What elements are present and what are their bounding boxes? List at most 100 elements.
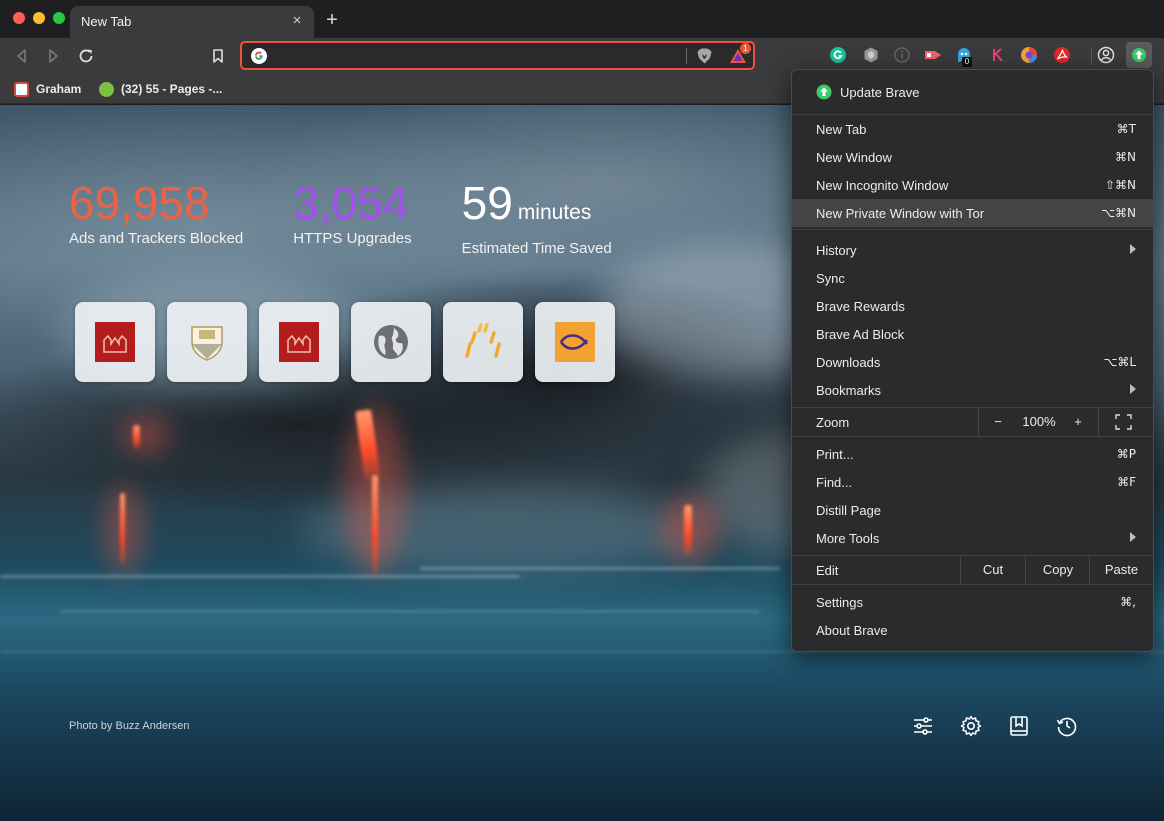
back-icon[interactable] xyxy=(12,46,32,66)
fullscreen-icon[interactable] xyxy=(1115,414,1132,430)
top-sites xyxy=(75,302,615,382)
lava-glow xyxy=(120,415,170,455)
google-icon xyxy=(251,48,267,64)
submenu-arrow-icon xyxy=(1130,532,1136,542)
ublock-extension[interactable]: 0 xyxy=(955,46,973,67)
menu-shortcut: ⌘P xyxy=(1116,447,1136,461)
stats-panel: 69,958 Ads and Trackers Blocked 3,054 HT… xyxy=(69,178,662,257)
menu-item-update-brave[interactable]: Update Brave xyxy=(792,78,1153,106)
brave-shields-icon[interactable] xyxy=(696,47,713,65)
menu-label: Zoom xyxy=(816,415,850,430)
bookmark-page-icon[interactable] xyxy=(208,46,228,66)
menu-item-history[interactable]: History xyxy=(792,236,1153,264)
pages-favicon xyxy=(99,81,114,97)
reload-icon[interactable] xyxy=(76,46,96,66)
update-arrow-icon xyxy=(1132,48,1146,62)
menu-item-brave-ad-block[interactable]: Brave Ad Block xyxy=(792,320,1153,348)
zoom-window-button[interactable] xyxy=(53,12,65,24)
menu-label: More Tools xyxy=(816,531,880,546)
menu-label: Sync xyxy=(816,271,845,286)
toolbar-divider xyxy=(1091,47,1092,65)
menu-item-sync[interactable]: Sync xyxy=(792,264,1153,292)
bookmarks-icon[interactable] xyxy=(1007,714,1031,738)
submenu-arrow-icon xyxy=(1130,244,1136,254)
zoom-divider xyxy=(1098,408,1099,436)
tab-close-icon[interactable]: × xyxy=(288,12,306,29)
ublock-badge: 0 xyxy=(962,57,972,67)
menu-item-distill-page[interactable]: Distill Page xyxy=(792,496,1153,524)
menu-label: New Window xyxy=(816,150,892,165)
acrobat-extension-icon[interactable] xyxy=(1053,46,1071,64)
menu-shortcut: ⌘, xyxy=(1120,595,1136,609)
bookmark-pages[interactable]: (32) 55 - Pages -... xyxy=(99,80,222,98)
paste-button[interactable]: Paste xyxy=(1090,556,1153,584)
menu-label: New Private Window with Tor xyxy=(816,206,985,221)
time-saved-value: 59 xyxy=(461,177,513,229)
bookmark-label: (32) 55 - Pages -... xyxy=(121,82,223,96)
top-site-tile[interactable] xyxy=(443,302,523,382)
cut-button[interactable]: Cut xyxy=(961,556,1025,584)
crest-logo-icon xyxy=(191,326,223,361)
menu-item-downloads[interactable]: Downloads ⌥⌘L xyxy=(792,348,1153,376)
menu-item-more-tools[interactable]: More Tools xyxy=(792,524,1153,552)
app-menu: Update Brave New Tab ⌘T New Window ⌘N Ne… xyxy=(791,69,1154,652)
menu-item-new-tab[interactable]: New Tab ⌘T xyxy=(792,115,1153,143)
menu-shortcut: ⇧⌘N xyxy=(1104,178,1136,192)
brave-rewards-button[interactable]: 1 xyxy=(728,43,751,65)
close-window-button[interactable] xyxy=(13,12,25,24)
menu-item-brave-rewards[interactable]: Brave Rewards xyxy=(792,292,1153,320)
tab-new-tab[interactable]: New Tab × xyxy=(70,6,314,38)
profile-icon[interactable] xyxy=(1097,46,1115,64)
menu-label: Update Brave xyxy=(840,85,920,100)
menu-label: Bookmarks xyxy=(816,383,882,398)
menu-item-new-private-window-tor[interactable]: New Private Window with Tor ⌥⌘N xyxy=(792,199,1153,227)
menu-label: New Incognito Window xyxy=(816,178,949,193)
top-site-tile[interactable] xyxy=(351,302,431,382)
top-site-tile[interactable] xyxy=(167,302,247,382)
zoom-level: 100% xyxy=(1022,414,1056,429)
zoom-in-button[interactable]: + xyxy=(1068,408,1088,436)
sunrise-logo-icon xyxy=(465,323,501,358)
zoom-out-button[interactable]: − xyxy=(988,408,1008,436)
menu-separator xyxy=(792,584,1153,585)
menu-item-new-window[interactable]: New Window ⌘N xyxy=(792,143,1153,171)
tab-strip: New Tab × + xyxy=(0,0,1164,38)
address-bar[interactable]: 1 xyxy=(240,41,755,70)
history-clock-icon[interactable] xyxy=(1055,714,1079,738)
stat-ads-blocked: 69,958 Ads and Trackers Blocked xyxy=(69,178,243,257)
customize-sliders-icon[interactable] xyxy=(911,714,935,738)
menu-label: Settings xyxy=(816,595,863,610)
minimize-window-button[interactable] xyxy=(33,12,45,24)
menu-item-about-brave[interactable]: About Brave xyxy=(792,616,1153,644)
rewards-badge: 1 xyxy=(740,43,751,54)
copy-button[interactable]: Copy xyxy=(1026,556,1090,584)
menu-item-print[interactable]: Print... ⌘P xyxy=(792,440,1153,468)
wave-crest xyxy=(420,567,780,570)
menu-shortcut: ⌘F xyxy=(1117,475,1136,489)
castle-logo-icon xyxy=(279,322,319,362)
menu-item-new-incognito-window[interactable]: New Incognito Window ⇧⌘N xyxy=(792,171,1153,199)
info-extension-icon[interactable] xyxy=(893,46,911,64)
cube-extension-icon[interactable] xyxy=(862,46,880,64)
top-site-tile[interactable] xyxy=(259,302,339,382)
new-tab-button[interactable]: + xyxy=(322,9,342,31)
grammarly-icon[interactable] xyxy=(829,46,847,64)
forward-icon[interactable] xyxy=(43,46,63,66)
k-extension-icon[interactable] xyxy=(989,46,1007,64)
wave-crest xyxy=(60,610,760,613)
top-site-tile[interactable] xyxy=(535,302,615,382)
menu-label: Distill Page xyxy=(816,503,882,518)
top-site-tile[interactable] xyxy=(75,302,155,382)
wave-crest xyxy=(0,575,520,578)
castle-logo-icon xyxy=(95,322,135,362)
bookmark-graham[interactable]: Graham xyxy=(14,80,81,98)
settings-gear-icon[interactable] xyxy=(959,714,983,738)
menu-item-find[interactable]: Find... ⌘F xyxy=(792,468,1153,496)
menu-item-bookmarks[interactable]: Bookmarks xyxy=(792,376,1153,404)
menu-item-settings[interactable]: Settings ⌘, xyxy=(792,588,1153,616)
app-menu-button[interactable] xyxy=(1126,42,1152,68)
bookmark-label: Graham xyxy=(36,82,82,96)
video-extension-icon[interactable] xyxy=(924,46,942,64)
color-wheel-extension-icon[interactable] xyxy=(1020,46,1038,64)
menu-label: Brave Rewards xyxy=(816,299,905,314)
